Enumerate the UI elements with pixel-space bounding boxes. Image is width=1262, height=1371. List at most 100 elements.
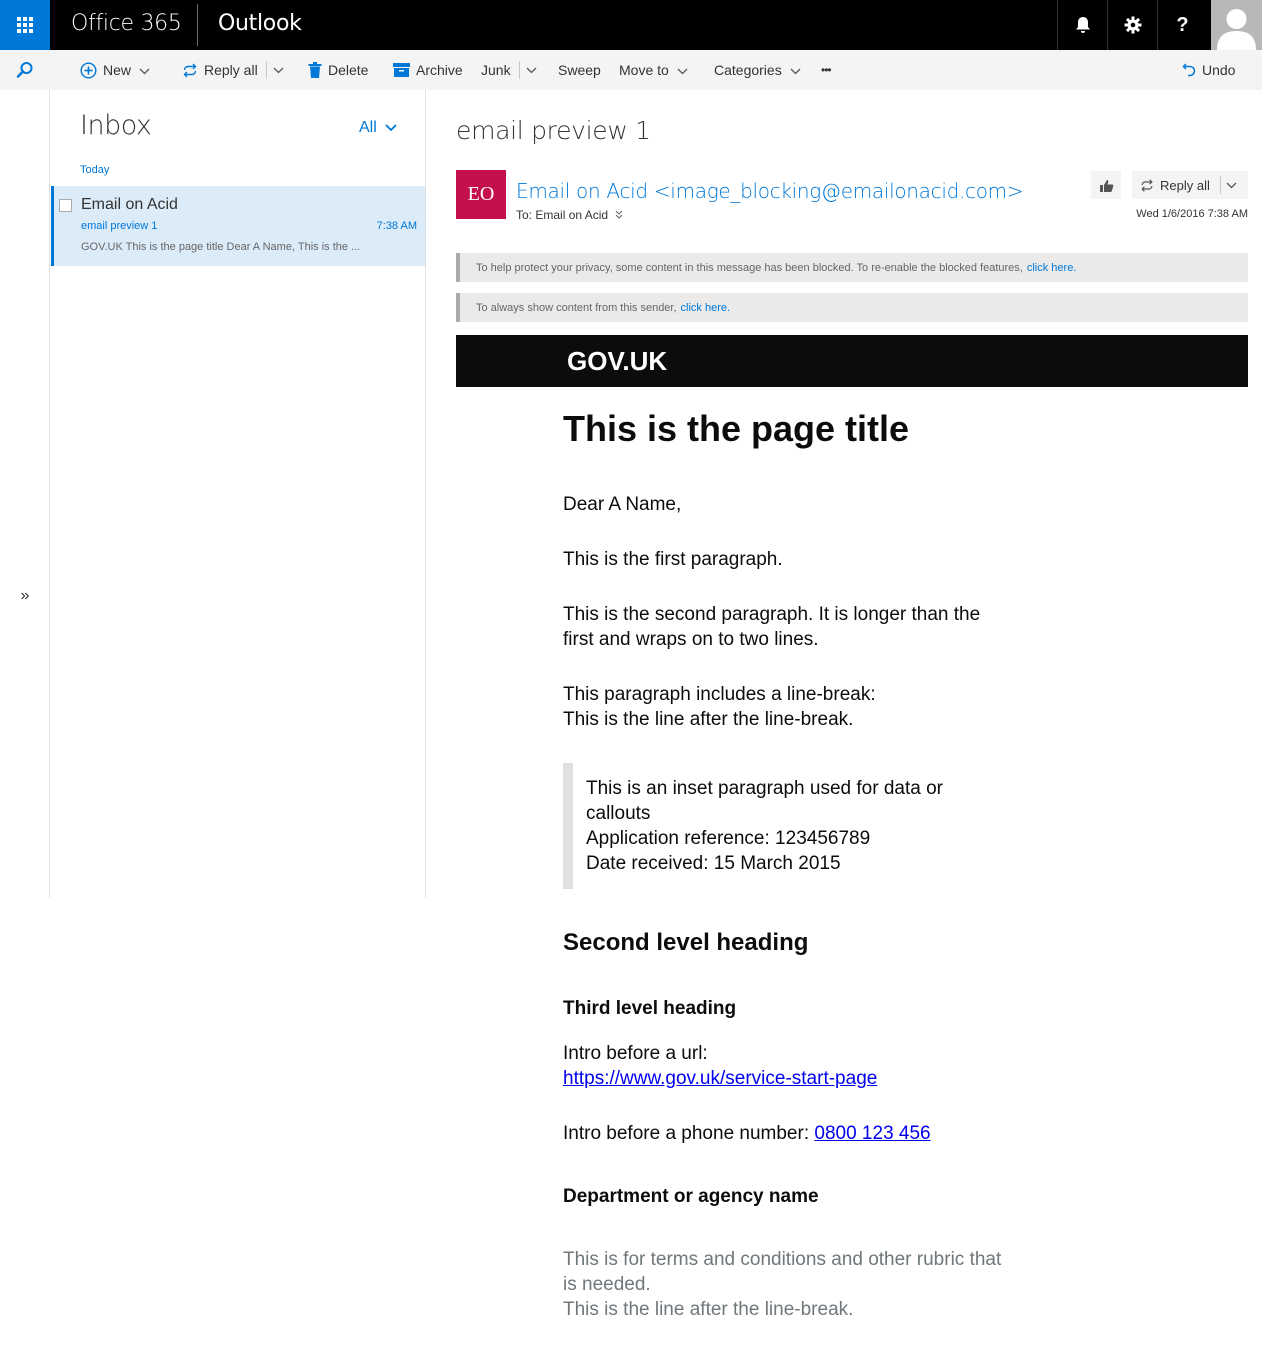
app-launcher-button[interactable] [0, 0, 50, 50]
blocked-content-text: To help protect your privacy, some conte… [476, 261, 1023, 274]
terms-rubric: This is for terms and conditions and oth… [563, 1247, 1008, 1322]
reply-all-icon [1141, 178, 1153, 192]
undo-icon [1182, 62, 1196, 76]
undo-button[interactable]: Undo [1182, 50, 1235, 90]
message-sender: Email on Acid [81, 196, 178, 213]
expand-folders-icon[interactable]: » [14, 587, 36, 607]
recipients-line: To: Email on Acid [516, 208, 623, 222]
undo-label: Undo [1202, 62, 1236, 78]
group-header: Today [80, 164, 110, 176]
email-paragraph-1: This is the first paragraph. [563, 549, 783, 570]
search-button[interactable] [0, 50, 50, 90]
reply-all-button[interactable]: Reply all [182, 50, 290, 90]
sender-name[interactable]: Email on Acid <image_blocking@emailonaci… [516, 179, 1024, 203]
email-subject: email preview 1 [456, 116, 651, 145]
email-title: This is the page title [563, 408, 910, 449]
search-icon [16, 62, 33, 78]
move-to-button[interactable]: Move to [619, 50, 694, 90]
inset-line-1: This is an inset paragraph used for data… [586, 778, 943, 824]
junk-label: Junk [481, 62, 511, 78]
folder-title: Inbox [80, 110, 152, 141]
list-item[interactable]: Email on Acid email preview 1 7:38 AM GO… [51, 186, 425, 266]
sender-avatar[interactable]: EO [456, 170, 506, 219]
sweep-label: Sweep [558, 62, 601, 78]
chevron-down-icon [526, 67, 537, 73]
email-paragraph-3: This paragraph includes a line-break: Th… [563, 682, 1003, 732]
help-icon: ? [1176, 13, 1189, 36]
categories-button[interactable]: Categories [714, 50, 807, 90]
chevron-down-icon [790, 62, 807, 78]
message-list: Inbox All Today Email on Acid email prev… [51, 90, 426, 898]
message-preview: GOV.UK This is the page title Dear A Nam… [81, 241, 361, 253]
junk-button[interactable]: Junk [481, 50, 543, 90]
help-button[interactable]: ? [1157, 0, 1207, 50]
phone-link[interactable]: 0800 123 456 [814, 1123, 930, 1144]
expand-recipients-icon[interactable] [615, 210, 623, 222]
reply-header-options[interactable] [1219, 176, 1237, 194]
reply-all-header-button[interactable]: Reply all [1132, 171, 1248, 199]
gov-logo: GOV.UK [567, 346, 668, 376]
notifications-button[interactable] [1057, 0, 1107, 50]
more-actions-button[interactable]: ••• [821, 50, 832, 90]
always-show-notice: To always show content from this sender,… [456, 293, 1248, 322]
always-show-link[interactable]: click here. [681, 302, 731, 314]
select-checkbox[interactable] [59, 199, 72, 212]
chevron-down-icon [385, 124, 397, 132]
email-header-bar: GOV.UK [456, 335, 1248, 387]
url-paragraph: Intro before a url: https://www.gov.uk/s… [563, 1041, 1003, 1091]
department-name: Department or agency name [563, 1186, 819, 1207]
rubric-line-2: This is the line after the line-break. [563, 1299, 854, 1320]
message-subject: email preview 1 [81, 220, 158, 232]
sweep-button[interactable]: Sweep [558, 50, 601, 90]
topbar-divider [197, 4, 198, 46]
inset-callout: This is an inset paragraph used for data… [563, 763, 993, 889]
to-label: To: [516, 208, 533, 222]
new-label: New [103, 62, 132, 78]
message-time: 7:38 AM [376, 220, 417, 232]
plus-circle-icon [80, 61, 97, 79]
url-intro: Intro before a url: [563, 1043, 708, 1064]
paragraph-3-line-2: This is the line after the line-break. [563, 709, 854, 730]
delete-label: Delete [328, 62, 369, 78]
enable-content-link[interactable]: click here. [1027, 262, 1077, 274]
chevron-down-icon [677, 62, 694, 78]
settings-button[interactable] [1107, 0, 1157, 50]
paragraph-3-line-1: This paragraph includes a line-break: [563, 684, 876, 705]
top-bar: Office 365 Outlook ? [0, 0, 1262, 50]
user-avatar-icon [1217, 9, 1256, 50]
avatar[interactable] [1211, 0, 1262, 50]
email-date: Wed 1/6/2016 7:38 AM [1136, 208, 1248, 220]
archive-button[interactable]: Archive [393, 50, 463, 90]
chevron-down-icon[interactable] [139, 62, 156, 78]
reply-options-chevron[interactable] [265, 61, 290, 79]
email-paragraph-2: This is the second paragraph. It is long… [563, 604, 981, 650]
blocked-content-notice: To help protect your privacy, some conte… [456, 253, 1248, 282]
folder-rail: » [0, 90, 50, 898]
inset-line-3: Date received: 15 March 2015 [586, 853, 841, 874]
phone-intro: Intro before a phone number: [563, 1123, 810, 1144]
junk-options-chevron[interactable] [518, 61, 543, 79]
always-show-text: To always show content from this sender, [476, 301, 677, 314]
third-level-heading: Third level heading [563, 998, 737, 1019]
move-to-label: Move to [619, 62, 669, 78]
categories-label: Categories [714, 62, 782, 78]
gear-icon [1124, 16, 1141, 34]
like-button[interactable] [1091, 171, 1121, 199]
phone-paragraph: Intro before a phone number: 0800 123 45… [563, 1121, 1003, 1146]
filter-dropdown[interactable]: All [359, 119, 397, 137]
brand-title[interactable]: Office 365 [71, 11, 182, 36]
reply-all-header-label: Reply all [1160, 177, 1210, 193]
app-name[interactable]: Outlook [218, 11, 302, 36]
chevron-down-icon [273, 67, 284, 73]
more-icon: ••• [821, 63, 832, 77]
archive-label: Archive [416, 62, 463, 78]
delete-button[interactable]: Delete [308, 50, 368, 90]
new-button[interactable]: New [80, 50, 156, 90]
recipient-name[interactable]: Email on Acid [535, 208, 608, 222]
filter-label: All [359, 119, 377, 136]
chevron-down-icon [1226, 182, 1237, 188]
inset-line-2: Application reference: 123456789 [586, 828, 871, 849]
reply-all-icon [183, 63, 197, 77]
service-url-link[interactable]: https://www.gov.uk/service-start-page [563, 1068, 877, 1089]
rubric-line-1: This is for terms and conditions and oth… [563, 1249, 1002, 1295]
